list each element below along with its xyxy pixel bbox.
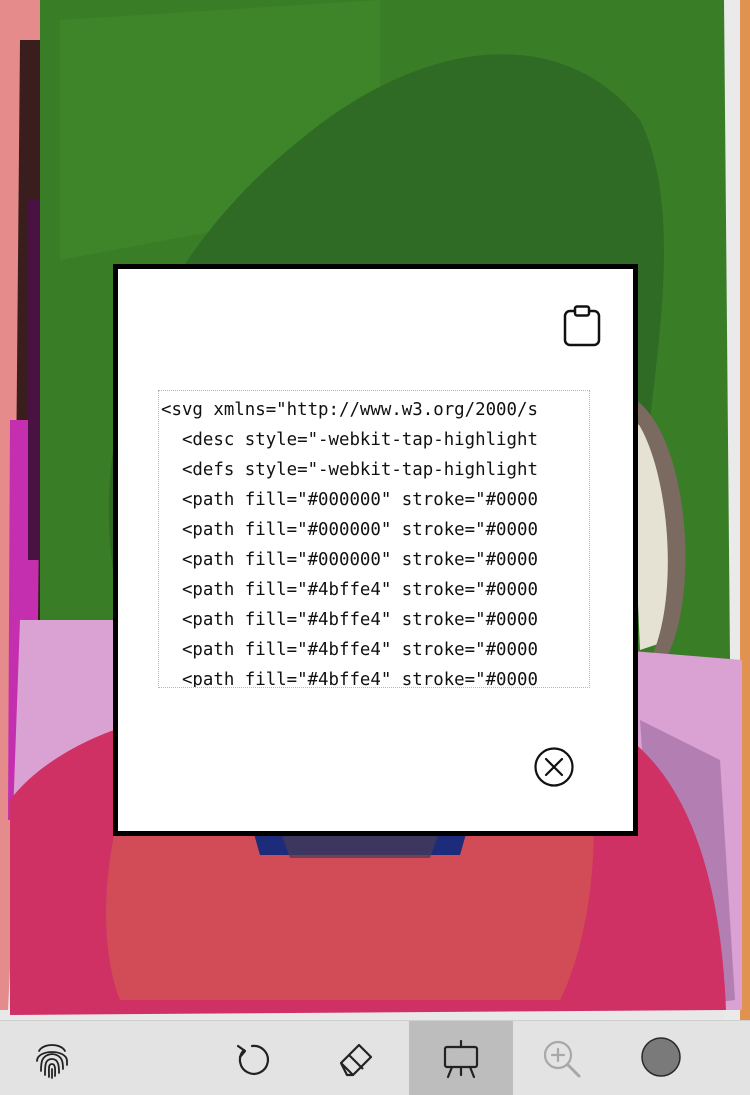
clipboard-icon (563, 305, 601, 347)
easel-icon (443, 1039, 479, 1078)
code-line: <path fill="#000000" stroke="#0000 (161, 520, 538, 540)
code-line: <defs style="-webkit-tap-highlight (161, 460, 538, 480)
eraser-icon (339, 1043, 373, 1076)
undo-icon (236, 1044, 270, 1075)
close-circle-icon (534, 747, 574, 787)
code-line: <path fill="#4bffe4" stroke="#0000 (161, 670, 538, 688)
code-line: <svg xmlns="http://www.w3.org/2000/s (161, 400, 538, 420)
copy-to-clipboard-button[interactable] (558, 302, 606, 350)
color-picker-button[interactable] (609, 1021, 713, 1095)
app-screen: <svg xmlns="http://www.w3.org/2000/s <de… (0, 0, 750, 1095)
code-line: <path fill="#000000" stroke="#0000 (161, 490, 538, 510)
fingerprint-tool-button[interactable] (0, 1021, 104, 1095)
bottom-toolbar (0, 1020, 750, 1095)
undo-button[interactable] (200, 1021, 304, 1095)
close-dialog-button[interactable] (531, 744, 577, 790)
svg-code-preview[interactable]: <svg xmlns="http://www.w3.org/2000/s <de… (158, 390, 590, 688)
color-swatch-icon (641, 1036, 681, 1077)
code-line: <path fill="#000000" stroke="#0000 (161, 550, 538, 570)
zoom-in-button[interactable] (510, 1021, 614, 1095)
zoom-in-icon (543, 1040, 581, 1077)
code-line: <desc style="-webkit-tap-highlight (161, 430, 538, 450)
code-line: <path fill="#4bffe4" stroke="#0000 (161, 610, 538, 630)
svg-export-dialog: <svg xmlns="http://www.w3.org/2000/s <de… (113, 264, 638, 836)
easel-button[interactable] (409, 1021, 513, 1095)
fingerprint-icon (36, 1043, 68, 1079)
code-line: <path fill="#4bffe4" stroke="#0000 (161, 640, 538, 660)
code-line: <path fill="#4bffe4" stroke="#0000 (161, 580, 538, 600)
eraser-button[interactable] (304, 1021, 408, 1095)
